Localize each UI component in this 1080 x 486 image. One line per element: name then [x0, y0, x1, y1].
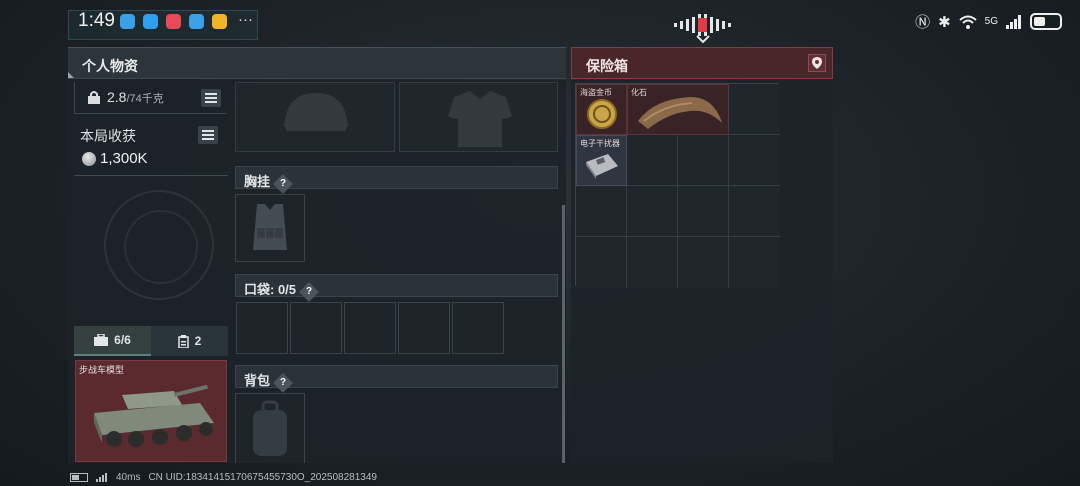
pocket-slot[interactable] [290, 302, 342, 354]
tab-clipboard[interactable]: 2 [151, 326, 228, 356]
grid-cell[interactable] [729, 186, 780, 237]
helmet-icon [284, 93, 348, 131]
claw-fossil-icon [638, 97, 722, 129]
weight-row: 2.8/74千克 [74, 82, 226, 114]
signal-icon [1006, 14, 1021, 29]
grid-cell[interactable] [627, 237, 678, 288]
jammer-device-icon [586, 154, 618, 179]
app-icon [166, 14, 181, 29]
app-icon [120, 14, 135, 29]
player-uid: CN UID:18341415170675455730O_20250828134… [148, 472, 377, 483]
location-pin-button[interactable] [808, 54, 826, 72]
app-icon [143, 14, 158, 29]
backpack-label: 背包? [244, 370, 293, 393]
system-indicators: Ⓝ ✱ 5G [915, 11, 1062, 32]
toolbox-icon [94, 334, 109, 346]
pocket-slot[interactable] [398, 302, 450, 354]
footer-bar: 40ms CN UID:18341415170675455730O_202508… [70, 472, 377, 483]
wifi-icon [958, 15, 977, 29]
personal-supplies-header: 个人物资 [68, 47, 566, 79]
grid-cell[interactable] [576, 237, 627, 288]
backpack-slot[interactable] [235, 393, 305, 463]
coin-icon [82, 152, 96, 166]
grid-cell[interactable] [627, 135, 678, 186]
help-icon[interactable]: ? [273, 373, 293, 393]
divider [74, 175, 228, 176]
pocket-label: 口袋: 0/5? [244, 279, 319, 302]
fossil-item[interactable]: 化石 [627, 84, 729, 135]
personal-supplies-title: 个人物资 [82, 58, 138, 74]
help-icon[interactable]: ? [273, 174, 293, 194]
backpack-icon [253, 400, 287, 456]
electronic-jammer-item[interactable]: 电子干扰器 [576, 135, 627, 186]
safe-box-title: 保险箱 [586, 58, 628, 74]
backpack-section-header: 背包? [235, 365, 558, 393]
network-5g-label: 5G [984, 16, 998, 27]
chest-rig-section-header: 胸挂? [235, 166, 558, 194]
grid-cell[interactable] [678, 186, 729, 237]
pocket-section-header: 口袋: 0/5? [235, 274, 558, 302]
battery-icon [1030, 13, 1062, 30]
armor-slot[interactable] [399, 82, 558, 152]
pocket-slot[interactable] [344, 302, 396, 354]
grid-cell[interactable] [729, 135, 780, 186]
loot-title: 本局收获 [80, 128, 136, 144]
pocket-slot[interactable] [236, 302, 288, 354]
safe-box-header: 保险箱 [571, 47, 833, 79]
ifv-model-item[interactable]: 步战车模型 [75, 360, 227, 462]
loot-list-button[interactable] [198, 126, 218, 144]
gold-coin-icon [587, 99, 617, 129]
tab-toolbox[interactable]: 6/6 [74, 326, 151, 356]
battery-small-icon [70, 473, 88, 482]
stats-column: 2.8/74千克 本局收获 1,300K 6/6 2 步战车模型 [74, 82, 228, 462]
grid-cell[interactable] [729, 84, 780, 135]
app-icon [212, 14, 227, 29]
helmet-slot[interactable] [235, 82, 395, 152]
faction-emblem-watermark [104, 190, 214, 300]
nfc-icon: Ⓝ [915, 14, 931, 31]
chest-rig-label: 胸挂? [244, 171, 293, 194]
grid-cell[interactable] [678, 135, 729, 186]
grid-cell[interactable] [678, 237, 729, 288]
item-name: 电子干扰器 [580, 139, 620, 148]
game-assistant-wave-icon[interactable] [672, 14, 734, 44]
chest-rig-slot[interactable] [235, 194, 305, 262]
ping-value: 40ms [116, 472, 141, 483]
app-icon [189, 14, 204, 29]
inventory-tabs: 6/6 2 [74, 326, 228, 356]
more-notifications-icon: ··· [238, 11, 253, 28]
weight-lock-icon [88, 91, 100, 104]
pocket-slot[interactable] [452, 302, 504, 354]
weight-value: 2.8/74千克 [107, 89, 164, 105]
chest-rig-icon [253, 204, 287, 250]
status-bar: 1:49 ··· Ⓝ ✱ 5G [0, 0, 1080, 44]
grid-cell[interactable] [729, 237, 780, 288]
pirate-gold-coin-item[interactable]: 海盗金币 [576, 84, 627, 135]
clock: 1:49 [78, 10, 115, 31]
grid-cell[interactable] [576, 186, 627, 237]
safe-box-grid: 海盗金币 化石 电子干扰器 [575, 83, 780, 288]
notification-app-icons [120, 14, 227, 29]
loot-value: 1,300K [100, 150, 148, 167]
clipboard-icon [177, 334, 189, 348]
armored-vehicle-icon [94, 384, 214, 447]
armor-icon [448, 91, 512, 147]
grid-cell[interactable] [627, 186, 678, 237]
scrollbar[interactable] [562, 205, 565, 463]
bluetooth-icon: ✱ [938, 13, 951, 31]
signal-small-icon [96, 473, 107, 482]
location-pin-icon [812, 57, 822, 69]
help-icon[interactable]: ? [299, 282, 319, 302]
weight-list-button[interactable] [201, 89, 221, 107]
